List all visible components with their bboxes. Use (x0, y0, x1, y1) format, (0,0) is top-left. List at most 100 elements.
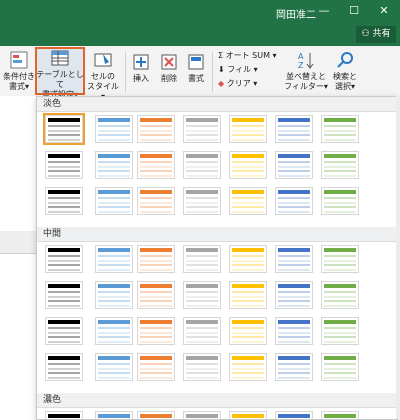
fill-button[interactable]: ⬇ フィル ▾ (218, 64, 258, 76)
table-style-swatch[interactable] (229, 353, 267, 381)
clear-button[interactable]: ◆ クリア ▾ (218, 78, 257, 90)
table-style-swatch[interactable] (45, 353, 83, 381)
user-name[interactable]: 岡田准二 (276, 6, 316, 21)
table-style-swatch[interactable] (321, 115, 359, 143)
table-style-swatch[interactable] (183, 411, 221, 419)
table-style-swatch[interactable] (45, 281, 83, 309)
table-style-swatch[interactable] (137, 317, 175, 345)
swatch-header-bar (140, 248, 172, 252)
table-style-swatch[interactable] (321, 187, 359, 215)
table-style-swatch[interactable] (321, 151, 359, 179)
cell-style-label-1: セルの (91, 72, 115, 81)
format-button[interactable]: 書式 (185, 52, 207, 84)
table-style-swatch[interactable] (275, 353, 313, 381)
swatch-row-bar (278, 363, 310, 365)
ribbon: 条件付き 書式▾ テーブルとして 書式設定▾ セルの スタイル▾ 挿入 削除 書… (0, 46, 400, 101)
table-style-swatch[interactable] (183, 187, 221, 215)
table-style-swatch[interactable] (275, 411, 313, 419)
table-style-swatch[interactable] (275, 281, 313, 309)
autosum-button[interactable]: Σ オート SUM ▾ (218, 50, 277, 62)
table-style-swatch[interactable] (95, 151, 133, 179)
table-style-swatch[interactable] (183, 245, 221, 273)
table-style-swatch[interactable] (229, 317, 267, 345)
maximize-button[interactable]: ☐ (342, 3, 366, 19)
sort-filter-label-1: 並べ替えと (286, 72, 326, 81)
swatch-row-bar (98, 264, 130, 266)
swatch-row-bar (140, 340, 172, 343)
table-style-swatch[interactable] (321, 281, 359, 309)
swatch-row-bar (140, 372, 172, 374)
swatch-header-bar (186, 320, 218, 324)
table-style-swatch[interactable] (183, 317, 221, 345)
table-style-swatch[interactable] (275, 317, 313, 345)
table-style-swatch[interactable] (95, 353, 133, 381)
table-style-swatch[interactable] (275, 151, 313, 179)
swatch-row-bar (232, 197, 264, 199)
table-style-swatch[interactable] (137, 353, 175, 381)
table-style-swatch[interactable] (275, 245, 313, 273)
cell-style-button[interactable]: セルの スタイル▾ (86, 50, 120, 102)
minimize-button[interactable]: — (312, 3, 336, 19)
format-as-table-button[interactable]: テーブルとして 書式設定▾ (35, 47, 85, 99)
table-style-swatch[interactable] (45, 245, 83, 273)
table-style-swatch[interactable] (137, 115, 175, 143)
table-style-swatch[interactable] (95, 411, 133, 419)
table-style-swatch[interactable] (137, 187, 175, 215)
swatch-row-bar (278, 201, 310, 204)
table-style-swatch[interactable] (321, 411, 359, 419)
swatch-row-bar (186, 327, 218, 329)
table-style-swatch[interactable] (229, 245, 267, 273)
swatch-header-bar (48, 414, 80, 418)
table-style-swatch[interactable] (95, 245, 133, 273)
conditional-format-button[interactable]: 条件付き 書式▾ (2, 50, 36, 92)
table-style-swatch[interactable] (137, 151, 175, 179)
swatch-row-bar (278, 138, 310, 141)
close-button[interactable]: ✕ (372, 3, 396, 19)
swatch-header-bar (140, 190, 172, 194)
swatch-row-bar (48, 138, 80, 141)
swatch-header-bar (278, 190, 310, 194)
table-style-swatch[interactable] (229, 281, 267, 309)
table-style-swatch[interactable] (229, 115, 267, 143)
table-style-swatch[interactable] (95, 187, 133, 215)
table-style-swatch[interactable] (183, 281, 221, 309)
table-style-swatch[interactable] (137, 245, 175, 273)
swatch-row-bar (324, 340, 356, 343)
table-style-swatch[interactable] (229, 411, 267, 419)
table-style-swatch[interactable] (137, 411, 175, 419)
table-style-swatch[interactable] (321, 245, 359, 273)
table-style-swatch[interactable] (43, 113, 85, 145)
table-style-swatch[interactable] (137, 281, 175, 309)
table-style-swatch[interactable] (229, 151, 267, 179)
insert-button[interactable]: 挿入 (130, 52, 152, 84)
swatch-row-bar (98, 336, 130, 338)
swatch-row-bar (278, 174, 310, 177)
table-style-swatch[interactable] (95, 115, 133, 143)
delete-button[interactable]: 削除 (158, 52, 180, 84)
table-style-swatch[interactable] (45, 317, 83, 345)
sort-filter-button[interactable]: AZ 並べ替えと フィルター▾ (284, 50, 328, 92)
table-style-swatch[interactable] (95, 317, 133, 345)
find-select-button[interactable]: 検索と 選択▾ (330, 50, 360, 92)
table-style-swatch[interactable] (45, 187, 83, 215)
share-button[interactable]: ⚇ 共有 (356, 26, 396, 43)
table-style-swatch[interactable] (183, 353, 221, 381)
table-style-swatch[interactable] (183, 115, 221, 143)
table-style-swatch[interactable] (95, 281, 133, 309)
gallery-scrollbar[interactable] (396, 96, 400, 418)
table-style-swatch[interactable] (45, 151, 83, 179)
swatch-header-bar (278, 320, 310, 324)
swatch-row-bar (186, 363, 218, 365)
table-style-swatch[interactable] (275, 115, 313, 143)
table-style-swatch[interactable] (183, 151, 221, 179)
table-style-swatch[interactable] (229, 187, 267, 215)
table-style-swatch[interactable] (321, 353, 359, 381)
swatch-row-bar (324, 210, 356, 213)
svg-text:A: A (298, 52, 304, 61)
swatch-header-bar (232, 320, 264, 324)
table-style-swatch[interactable] (321, 317, 359, 345)
table-style-swatch[interactable] (45, 411, 83, 419)
swatch-header-bar (48, 320, 80, 324)
swatch-row-bar (98, 340, 130, 343)
table-style-swatch[interactable] (275, 187, 313, 215)
